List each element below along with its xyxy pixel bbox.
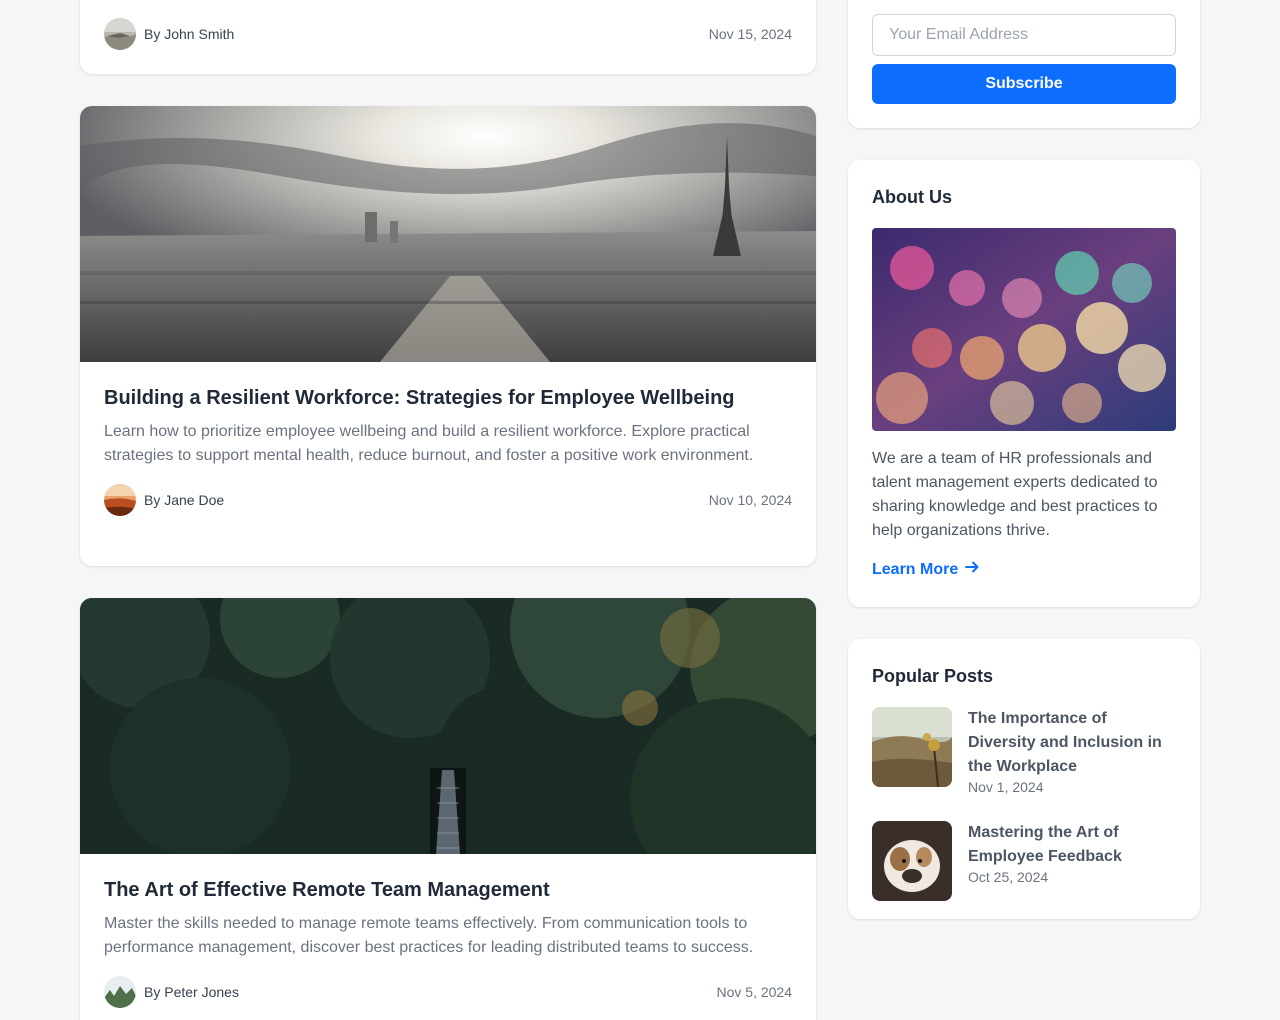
post-date: Nov 10, 2024 [708,492,792,508]
about-image [872,228,1176,431]
post-card[interactable]: By John Smith Nov 15, 2024 [80,0,816,74]
post-author: By John Smith [104,18,234,50]
post-author: By Jane Doe [104,484,224,516]
author-avatar [104,18,136,50]
post-image[interactable] [80,598,816,854]
popular-post-title[interactable]: The Importance of Diversity and Inclusio… [968,707,1176,779]
popular-post-date: Oct 25, 2024 [968,869,1049,885]
popular-post-item[interactable]: The Importance of Diversity and Inclusio… [872,707,1176,795]
author-name[interactable]: By Peter Jones [144,984,239,1000]
popular-posts-card: Popular Posts The Importance of Diversit… [848,639,1200,919]
post-title[interactable]: Building a Resilient Workforce: Strategi… [104,384,792,412]
popular-post-item[interactable]: Mastering the Art of Employee Feedback O… [872,821,1176,901]
post-excerpt: Learn how to prioritize employee wellbei… [104,423,754,464]
email-input[interactable] [872,14,1176,56]
post-author: By Peter Jones [104,976,239,1008]
about-title: About Us [872,187,952,207]
popular-post-title[interactable]: Mastering the Art of Employee Feedback [968,821,1176,869]
about-card: About Us We are a team of HR professiona… [848,160,1200,607]
author-avatar [104,484,136,516]
subscribe-button[interactable]: Subscribe [872,64,1176,104]
popular-posts-title: Popular Posts [872,666,994,686]
author-name[interactable]: By Jane Doe [144,492,224,508]
author-avatar [104,976,136,1008]
arrow-right-icon [964,559,980,580]
popular-post-date: Nov 1, 2024 [968,779,1044,795]
newsletter-card: Subscribe [848,0,1200,128]
popular-post-thumbnail[interactable] [872,707,952,787]
learn-more-label: Learn More [872,560,959,578]
post-card[interactable]: Building a Resilient Workforce: Strategi… [80,106,816,566]
about-text: We are a team of HR professionals and ta… [872,450,1158,539]
post-excerpt: Master the skills needed to manage remot… [104,915,754,956]
post-date: Nov 5, 2024 [716,984,793,1000]
post-title[interactable]: The Art of Effective Remote Team Managem… [104,876,792,904]
learn-more-link[interactable]: Learn More [872,559,980,580]
post-date: Nov 15, 2024 [708,26,792,42]
popular-post-thumbnail[interactable] [872,821,952,901]
post-card[interactable]: The Art of Effective Remote Team Managem… [80,598,816,1020]
author-name[interactable]: By John Smith [144,26,234,42]
post-image[interactable] [80,106,816,362]
